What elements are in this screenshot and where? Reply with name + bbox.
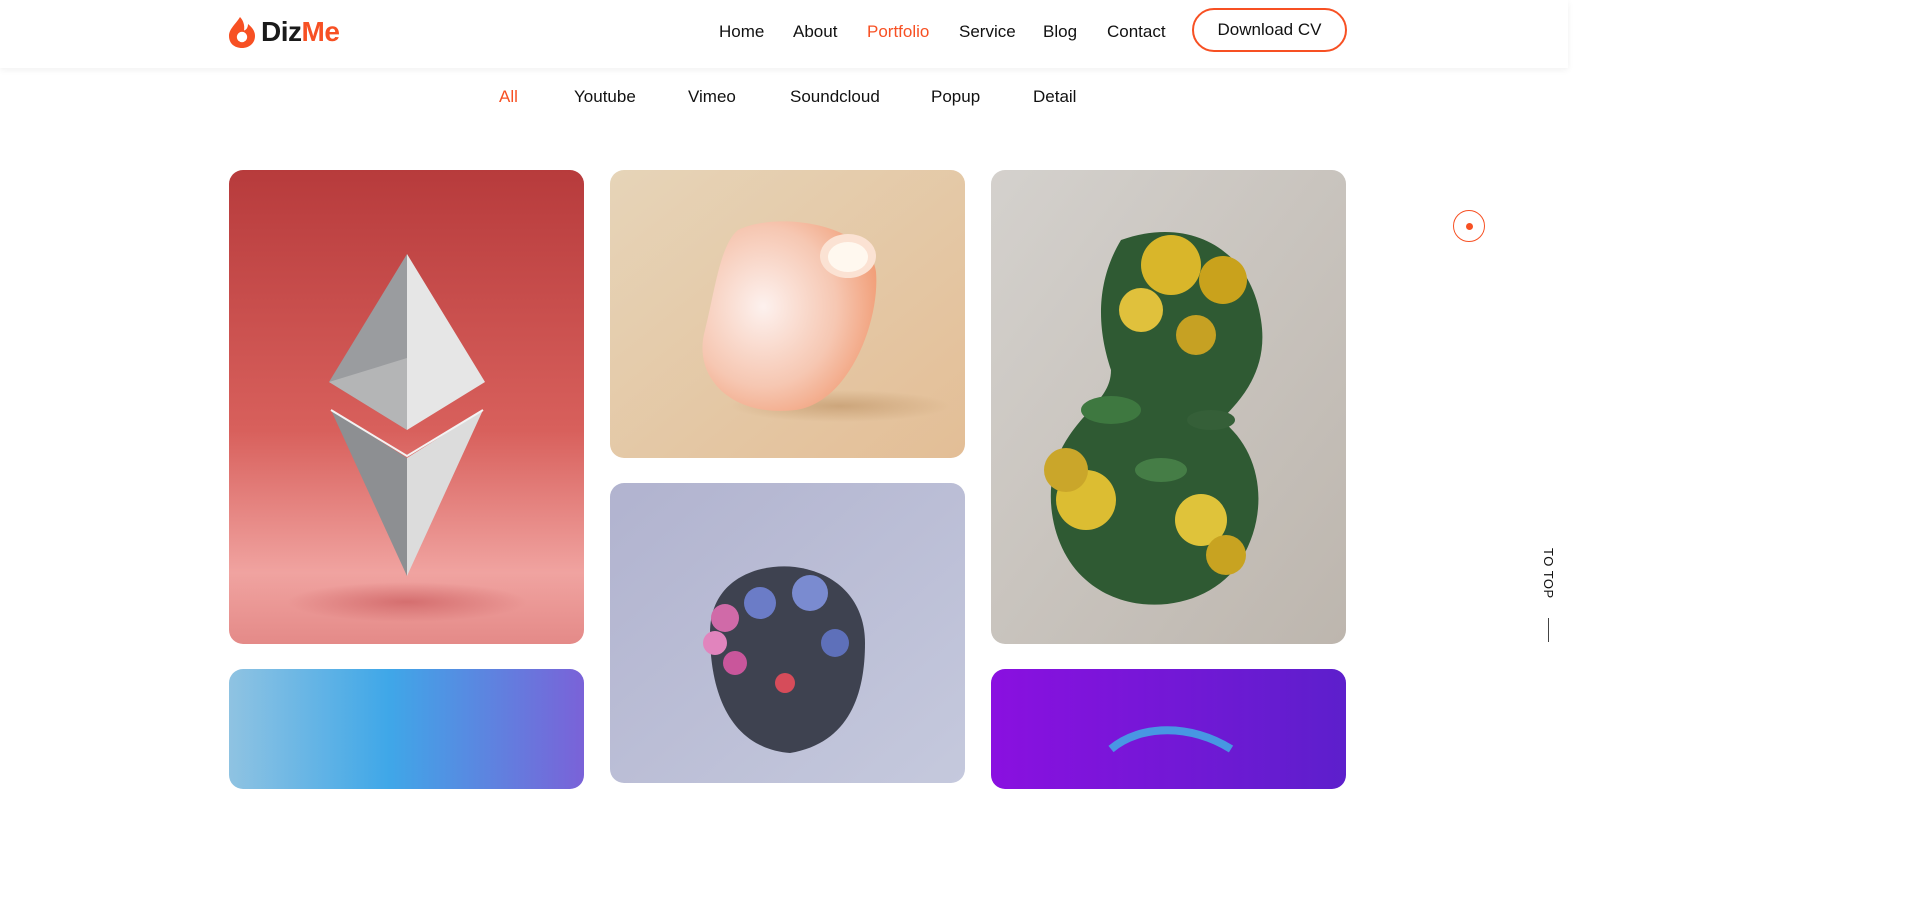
site-header: DizMe Home About Portfolio Service Blog … [0,0,1568,68]
filter-all[interactable]: All [499,84,518,110]
nav-blog[interactable]: Blog [1043,0,1077,64]
filter-youtube[interactable]: Youtube [574,84,636,110]
brand-name-part2: Me [301,16,340,47]
nav-contact[interactable]: Contact [1107,0,1166,64]
filter-vimeo[interactable]: Vimeo [688,84,736,110]
scroll-indicator-icon [1453,210,1485,242]
to-top-button[interactable]: TO TOP [1540,548,1558,608]
nav-home[interactable]: Home [719,0,764,64]
to-top-line [1548,618,1549,642]
ceramic-vase-image [610,170,965,458]
sculpted-head-image [610,483,965,783]
ethereum-diamond-image [229,170,584,644]
to-top-label: TO TOP [1541,548,1556,599]
portfolio-item-floral-bust[interactable] [991,170,1346,644]
flame-icon [228,15,256,49]
portfolio-item-sculpted-head[interactable] [610,483,965,783]
brand-logo[interactable]: DizMe [228,14,340,50]
portfolio-item-blue-gradient[interactable] [229,669,584,789]
portfolio-item-purple-abstract[interactable] [991,669,1346,789]
nav-service[interactable]: Service [959,0,1016,64]
blue-gradient-image [229,669,584,789]
purple-abstract-image [991,669,1346,789]
filter-soundcloud[interactable]: Soundcloud [790,84,880,110]
filter-popup[interactable]: Popup [931,84,980,110]
filter-detail[interactable]: Detail [1033,84,1076,110]
nav-about[interactable]: About [793,0,837,64]
portfolio-item-vase[interactable] [610,170,965,458]
floral-bust-image [991,170,1346,644]
download-cv-button[interactable]: Download CV [1192,8,1347,52]
nav-portfolio[interactable]: Portfolio [867,0,929,64]
brand-name: DizMe [261,14,340,50]
portfolio-item-ethereum[interactable] [229,170,584,644]
brand-name-part1: Diz [261,16,302,47]
